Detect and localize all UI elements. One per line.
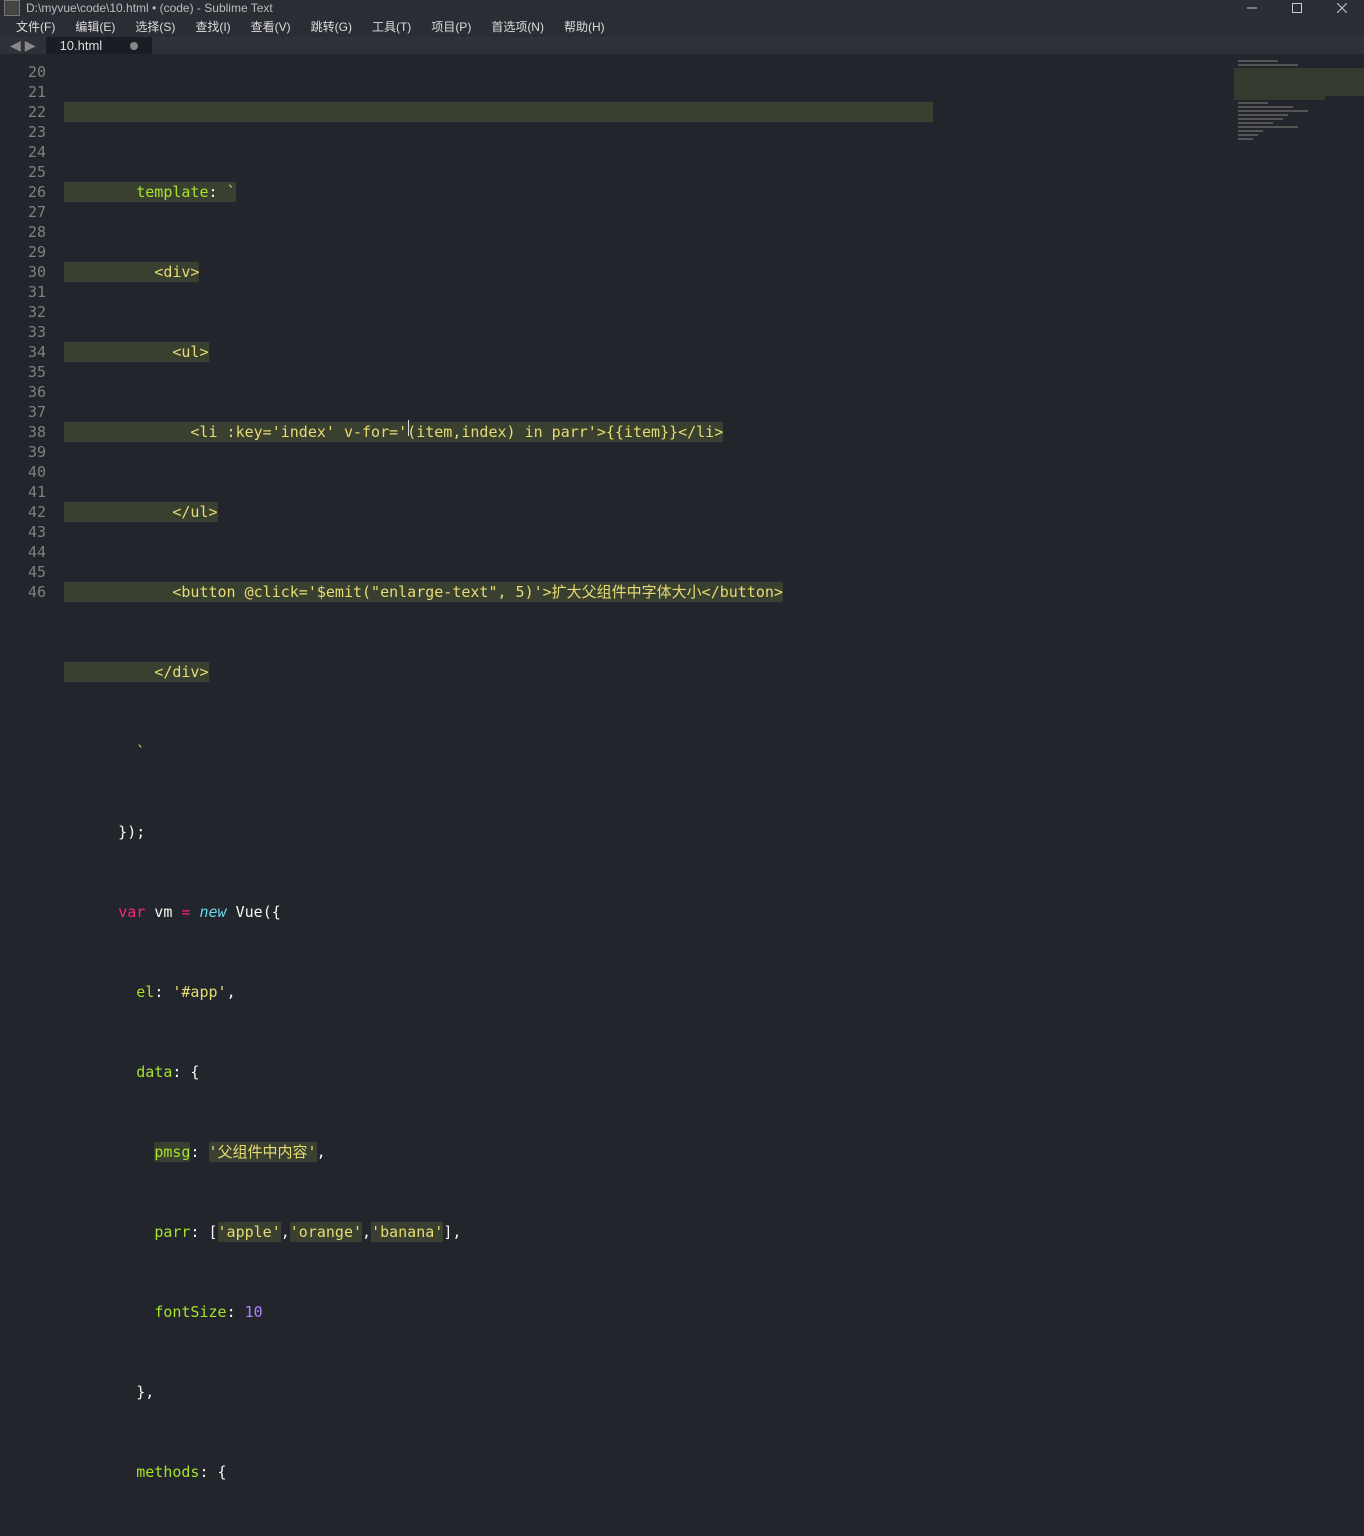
minimap[interactable] <box>1234 54 1364 1536</box>
tab-file[interactable]: 10.html <box>46 37 153 54</box>
menu-project[interactable]: 项目(P) <box>421 16 481 37</box>
menu-selection[interactable]: 选择(S) <box>125 16 185 37</box>
toolbar: ◀ ▶ 10.html <box>0 37 1364 54</box>
menu-preferences[interactable]: 首选项(N) <box>481 16 554 37</box>
text-cursor-icon <box>408 420 409 436</box>
tab-dirty-icon <box>130 42 138 50</box>
nav-forward-icon[interactable]: ▶ <box>25 37 36 54</box>
nav-back-icon[interactable]: ◀ <box>10 37 21 54</box>
menu-file[interactable]: 文件(F) <box>6 16 65 37</box>
tab-label: 10.html <box>60 38 103 53</box>
close-button[interactable] <box>1319 0 1364 16</box>
nav-arrows: ◀ ▶ <box>0 37 46 54</box>
maximize-button[interactable] <box>1274 0 1319 16</box>
menu-tools[interactable]: 工具(T) <box>362 16 421 37</box>
titlebar[interactable]: D:\myvue\code\10.html • (code) - Sublime… <box>0 0 1364 16</box>
app-icon <box>4 0 20 16</box>
menu-view[interactable]: 查看(V) <box>241 16 301 37</box>
window-title: D:\myvue\code\10.html • (code) - Sublime… <box>26 1 1229 15</box>
editor[interactable]: 2021222324252627282930313233343536373839… <box>0 54 1364 1536</box>
gutter[interactable]: 2021222324252627282930313233343536373839… <box>0 54 54 1536</box>
code-area[interactable]: template: ` <div> <ul> <li :key='index' … <box>54 54 1364 1536</box>
minimize-button[interactable] <box>1229 0 1274 16</box>
menu-edit[interactable]: 编辑(E) <box>65 16 125 37</box>
menu-find[interactable]: 查找(I) <box>185 16 240 37</box>
menu-help[interactable]: 帮助(H) <box>554 16 615 37</box>
menubar: 文件(F) 编辑(E) 选择(S) 查找(I) 查看(V) 跳转(G) 工具(T… <box>0 16 1364 37</box>
menu-goto[interactable]: 跳转(G) <box>301 16 362 37</box>
app-window: D:\myvue\code\10.html • (code) - Sublime… <box>0 0 1364 768</box>
